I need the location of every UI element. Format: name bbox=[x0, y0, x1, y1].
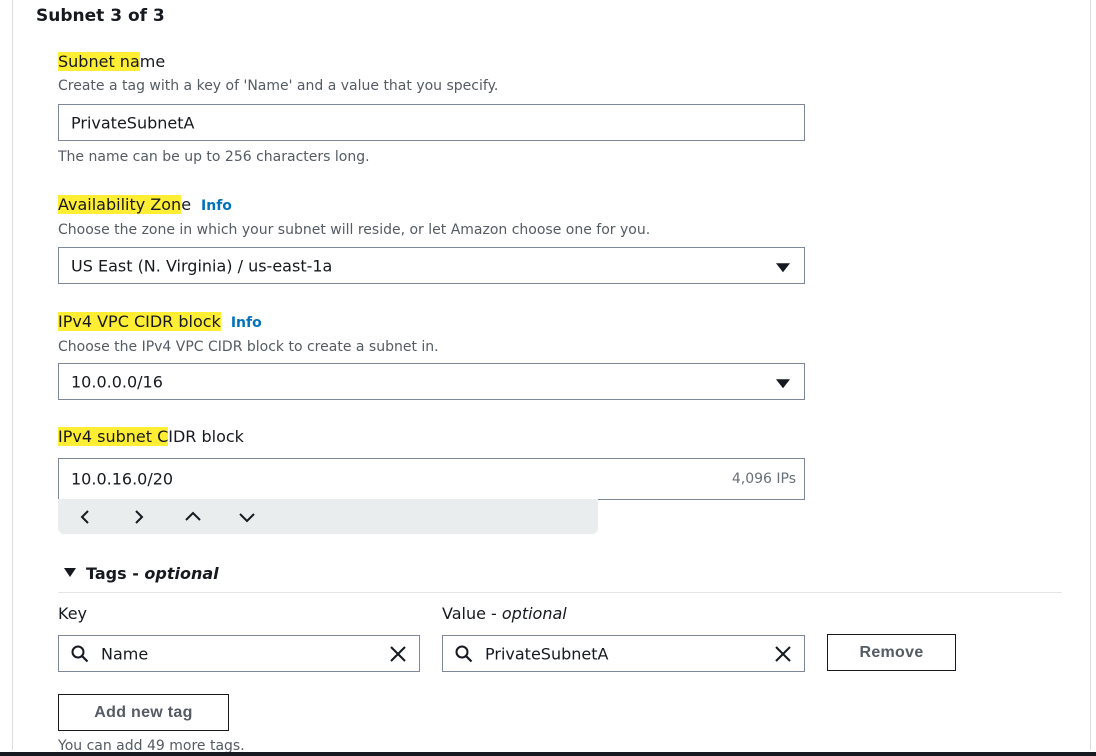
tag-value-header: Value - optional bbox=[442, 604, 567, 623]
subnet-name-label-highlight: Subnet na bbox=[58, 52, 140, 71]
subnet-name-value: PrivateSubnetA bbox=[71, 113, 195, 132]
caret-down-icon bbox=[64, 568, 76, 577]
subnet-cidr-label: IPv4 subnet CIDR block bbox=[58, 427, 244, 447]
chevron-right-icon[interactable] bbox=[128, 507, 148, 527]
tags-toggle-optional: optional bbox=[144, 564, 219, 583]
tags-toggle[interactable]: Tags - optional bbox=[64, 564, 219, 583]
availability-zone-label-rest: e bbox=[181, 195, 192, 214]
availability-zone-description: Choose the zone in which your subnet wil… bbox=[58, 222, 651, 238]
tag-key-value: Name bbox=[101, 644, 149, 663]
tag-key-input[interactable]: Name bbox=[58, 635, 420, 672]
chevron-down-icon[interactable] bbox=[237, 507, 257, 527]
subnet-name-label: Subnet name bbox=[58, 52, 165, 72]
search-icon bbox=[71, 645, 89, 667]
subnet-name-label-rest: me bbox=[139, 52, 166, 71]
vpc-cidr-value: 10.0.0.0/16 bbox=[71, 372, 163, 391]
section-title: Subnet 3 of 3 bbox=[36, 6, 165, 26]
vpc-cidr-label: IPv4 VPC CIDR block Info bbox=[58, 312, 262, 333]
vpc-cidr-label-highlight: IPv4 VPC CIDR block bbox=[58, 312, 221, 331]
vpc-cidr-description: Choose the IPv4 VPC CIDR block to create… bbox=[58, 339, 439, 355]
tag-value-value: PrivateSubnetA bbox=[485, 644, 609, 663]
chevron-up-icon[interactable] bbox=[183, 507, 203, 527]
subnet-cidr-ip-count: 4,096 IPs bbox=[731, 471, 796, 487]
availability-zone-info-link[interactable]: Info bbox=[201, 198, 232, 214]
close-icon[interactable] bbox=[774, 645, 792, 667]
tag-value-header-prefix: Value - bbox=[442, 604, 502, 623]
window-bottom-edge bbox=[0, 752, 1096, 756]
tag-value-header-optional: optional bbox=[501, 604, 567, 623]
subnet-cidr-label-highlight: IPv4 subnet C bbox=[58, 427, 169, 446]
caret-down-icon bbox=[776, 262, 790, 272]
availability-zone-select[interactable]: US East (N. Virginia) / us-east-1a bbox=[58, 247, 805, 284]
tags-toggle-label: Tags - bbox=[86, 564, 145, 583]
subnet-name-hint: The name can be up to 256 characters lon… bbox=[58, 149, 370, 165]
availability-zone-value: US East (N. Virginia) / us-east-1a bbox=[71, 256, 333, 275]
subnet-name-input[interactable]: PrivateSubnetA bbox=[58, 104, 805, 141]
remove-tag-button[interactable]: Remove bbox=[827, 634, 956, 671]
tags-divider bbox=[58, 592, 1062, 593]
tag-value-input[interactable]: PrivateSubnetA bbox=[442, 635, 805, 672]
subnet-cidr-stepper bbox=[58, 499, 598, 534]
availability-zone-label-highlight: Availability Zon bbox=[58, 195, 182, 214]
search-icon bbox=[455, 645, 473, 667]
vpc-cidr-info-link[interactable]: Info bbox=[231, 315, 262, 331]
availability-zone-label: Availability Zone Info bbox=[58, 195, 232, 216]
subnet-cidr-value: 10.0.16.0/20 bbox=[71, 469, 174, 489]
subnet-name-description: Create a tag with a key of 'Name' and a … bbox=[58, 78, 499, 94]
vpc-cidr-select[interactable]: 10.0.0.0/16 bbox=[58, 363, 805, 400]
caret-down-icon bbox=[776, 378, 790, 388]
tag-key-header: Key bbox=[58, 604, 88, 623]
close-icon[interactable] bbox=[389, 645, 407, 667]
subnet-cidr-label-rest: IDR block bbox=[168, 427, 244, 446]
chevron-left-icon[interactable] bbox=[76, 507, 96, 527]
subnet-cidr-input[interactable]: 10.0.16.0/20 4,096 IPs bbox=[58, 458, 805, 500]
add-new-tag-button[interactable]: Add new tag bbox=[58, 694, 229, 731]
